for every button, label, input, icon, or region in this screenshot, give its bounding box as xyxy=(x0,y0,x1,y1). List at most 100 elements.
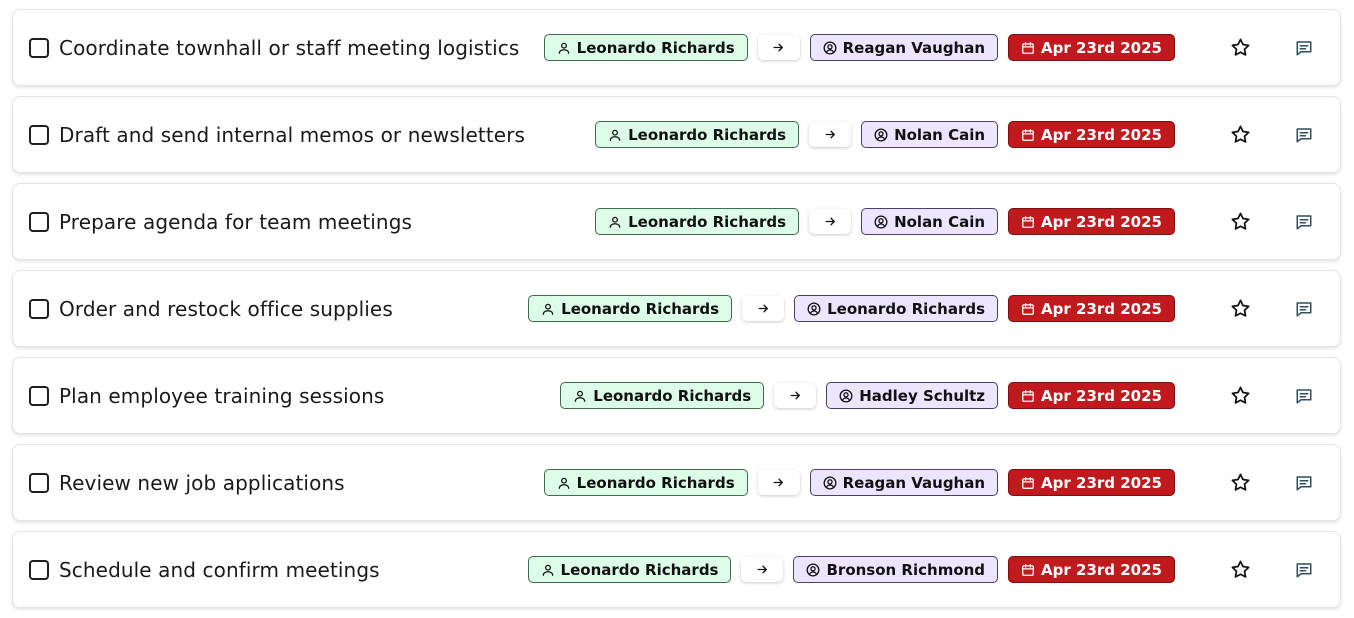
creator-chip[interactable]: Leonardo Richards xyxy=(595,121,800,148)
due-date: Apr 23rd 2025 xyxy=(1041,560,1162,579)
task-meta: Leonardo Richards Hadley Schultz Apr 23r… xyxy=(560,358,1175,433)
star-button[interactable] xyxy=(1229,37,1251,59)
assign-arrow xyxy=(774,383,817,408)
task-row: Schedule and confirm meetings Leonardo R… xyxy=(12,531,1341,608)
task-meta: Leonardo Richards Bronson Richmond Apr 2… xyxy=(527,532,1175,607)
star-icon xyxy=(1231,38,1249,56)
task-meta: Leonardo Richards Reagan Vaughan Apr 23r… xyxy=(543,10,1175,85)
task-meta: Leonardo Richards Reagan Vaughan Apr 23r… xyxy=(543,445,1175,520)
task-list: Coordinate townhall or staff meeting log… xyxy=(12,9,1341,618)
assignee-name: Reagan Vaughan xyxy=(842,473,986,492)
assignee-chip[interactable]: Reagan Vaughan xyxy=(809,34,999,61)
task-meta: Leonardo Richards Nolan Cain Apr 23rd 20… xyxy=(595,97,1175,172)
arrow-right-icon xyxy=(758,304,768,313)
comment-icon xyxy=(1296,214,1312,229)
comment-button[interactable] xyxy=(1294,299,1314,319)
creator-name: Leonardo Richards xyxy=(561,299,720,318)
assignee-chip[interactable]: Bronson Richmond xyxy=(793,556,999,583)
arrow-right-icon xyxy=(790,391,800,400)
assignee-chip[interactable]: Nolan Cain xyxy=(861,208,999,235)
star-button[interactable] xyxy=(1229,472,1251,494)
star-button[interactable] xyxy=(1229,385,1251,407)
task-checkbox[interactable] xyxy=(29,124,49,145)
creator-chip[interactable]: Leonardo Richards xyxy=(527,556,732,583)
due-date-chip[interactable]: Apr 23rd 2025 xyxy=(1008,469,1175,496)
assignee-name: Bronson Richmond xyxy=(826,560,986,579)
assignee-name: Nolan Cain xyxy=(894,212,986,231)
assign-arrow xyxy=(741,557,784,582)
due-date: Apr 23rd 2025 xyxy=(1041,38,1162,57)
assignee-chip[interactable]: Reagan Vaughan xyxy=(809,469,999,496)
comment-button[interactable] xyxy=(1294,560,1314,580)
user-icon xyxy=(542,564,553,576)
calendar-icon xyxy=(1022,128,1034,141)
creator-name: Leonardo Richards xyxy=(628,125,787,144)
user-circle-icon xyxy=(874,215,888,228)
user-circle-icon xyxy=(874,128,888,141)
task-title: Order and restock office supplies xyxy=(59,296,393,321)
assign-arrow xyxy=(757,35,800,60)
arrow-right-icon xyxy=(773,43,784,52)
task-row: Review new job applications Leonardo Ric… xyxy=(12,444,1341,521)
comment-icon xyxy=(1296,562,1312,577)
task-meta: Leonardo Richards Nolan Cain Apr 23rd 20… xyxy=(595,184,1175,259)
creator-chip[interactable]: Leonardo Richards xyxy=(528,295,733,322)
creator-chip[interactable]: Leonardo Richards xyxy=(543,469,748,496)
star-button[interactable] xyxy=(1229,298,1251,320)
comment-icon xyxy=(1296,475,1312,490)
comment-icon xyxy=(1296,127,1312,142)
star-button[interactable] xyxy=(1229,559,1251,581)
assignee-chip[interactable]: Hadley Schultz xyxy=(826,382,999,409)
star-icon xyxy=(1231,473,1249,491)
creator-name: Leonardo Richards xyxy=(576,38,735,57)
due-date-chip[interactable]: Apr 23rd 2025 xyxy=(1008,382,1175,409)
user-circle-icon xyxy=(807,302,821,315)
due-date: Apr 23rd 2025 xyxy=(1041,212,1162,231)
due-date-chip[interactable]: Apr 23rd 2025 xyxy=(1008,556,1175,583)
creator-chip[interactable]: Leonardo Richards xyxy=(595,208,800,235)
assignee-chip[interactable]: Nolan Cain xyxy=(861,121,999,148)
assign-arrow xyxy=(757,470,800,495)
comment-button[interactable] xyxy=(1294,212,1314,232)
task-checkbox[interactable] xyxy=(29,559,49,580)
task-checkbox[interactable] xyxy=(29,298,49,319)
creator-chip[interactable]: Leonardo Richards xyxy=(543,34,748,61)
task-checkbox[interactable] xyxy=(29,211,49,232)
creator-chip[interactable]: Leonardo Richards xyxy=(560,382,765,409)
user-circle-icon xyxy=(823,41,837,54)
task-checkbox[interactable] xyxy=(29,385,49,406)
task-meta: Leonardo Richards Leonardo Richards Apr … xyxy=(528,271,1175,346)
comment-button[interactable] xyxy=(1294,473,1314,493)
calendar-icon xyxy=(1022,476,1034,489)
user-icon xyxy=(609,216,621,228)
arrow-right-icon xyxy=(825,130,835,139)
task-row: Order and restock office supplies Leonar… xyxy=(12,270,1341,347)
arrow-right-icon xyxy=(773,478,784,487)
comment-icon xyxy=(1296,40,1312,55)
calendar-icon xyxy=(1022,215,1034,228)
comment-button[interactable] xyxy=(1294,125,1314,145)
user-circle-icon xyxy=(823,476,837,489)
task-title: Plan employee training sessions xyxy=(59,383,385,408)
task-checkbox[interactable] xyxy=(29,472,49,493)
task-row: Plan employee training sessions Leonardo… xyxy=(12,357,1341,434)
due-date-chip[interactable]: Apr 23rd 2025 xyxy=(1008,208,1175,235)
assignee-chip[interactable]: Leonardo Richards xyxy=(794,295,999,322)
creator-name: Leonardo Richards xyxy=(560,560,719,579)
creator-name: Leonardo Richards xyxy=(576,473,735,492)
star-button[interactable] xyxy=(1229,211,1251,233)
due-date-chip[interactable]: Apr 23rd 2025 xyxy=(1008,295,1175,322)
due-date-chip[interactable]: Apr 23rd 2025 xyxy=(1008,121,1175,148)
star-button[interactable] xyxy=(1229,124,1251,146)
calendar-icon xyxy=(1022,389,1034,402)
task-title: Review new job applications xyxy=(59,470,345,495)
task-checkbox[interactable] xyxy=(29,37,49,58)
task-row: Draft and send internal memos or newslet… xyxy=(12,96,1341,173)
assign-arrow xyxy=(742,296,785,321)
comment-button[interactable] xyxy=(1294,38,1314,58)
comment-button[interactable] xyxy=(1294,386,1314,406)
due-date-chip[interactable]: Apr 23rd 2025 xyxy=(1008,34,1175,61)
assign-arrow xyxy=(809,209,852,234)
task-title: Coordinate townhall or staff meeting log… xyxy=(59,35,520,60)
user-circle-icon xyxy=(807,563,820,576)
